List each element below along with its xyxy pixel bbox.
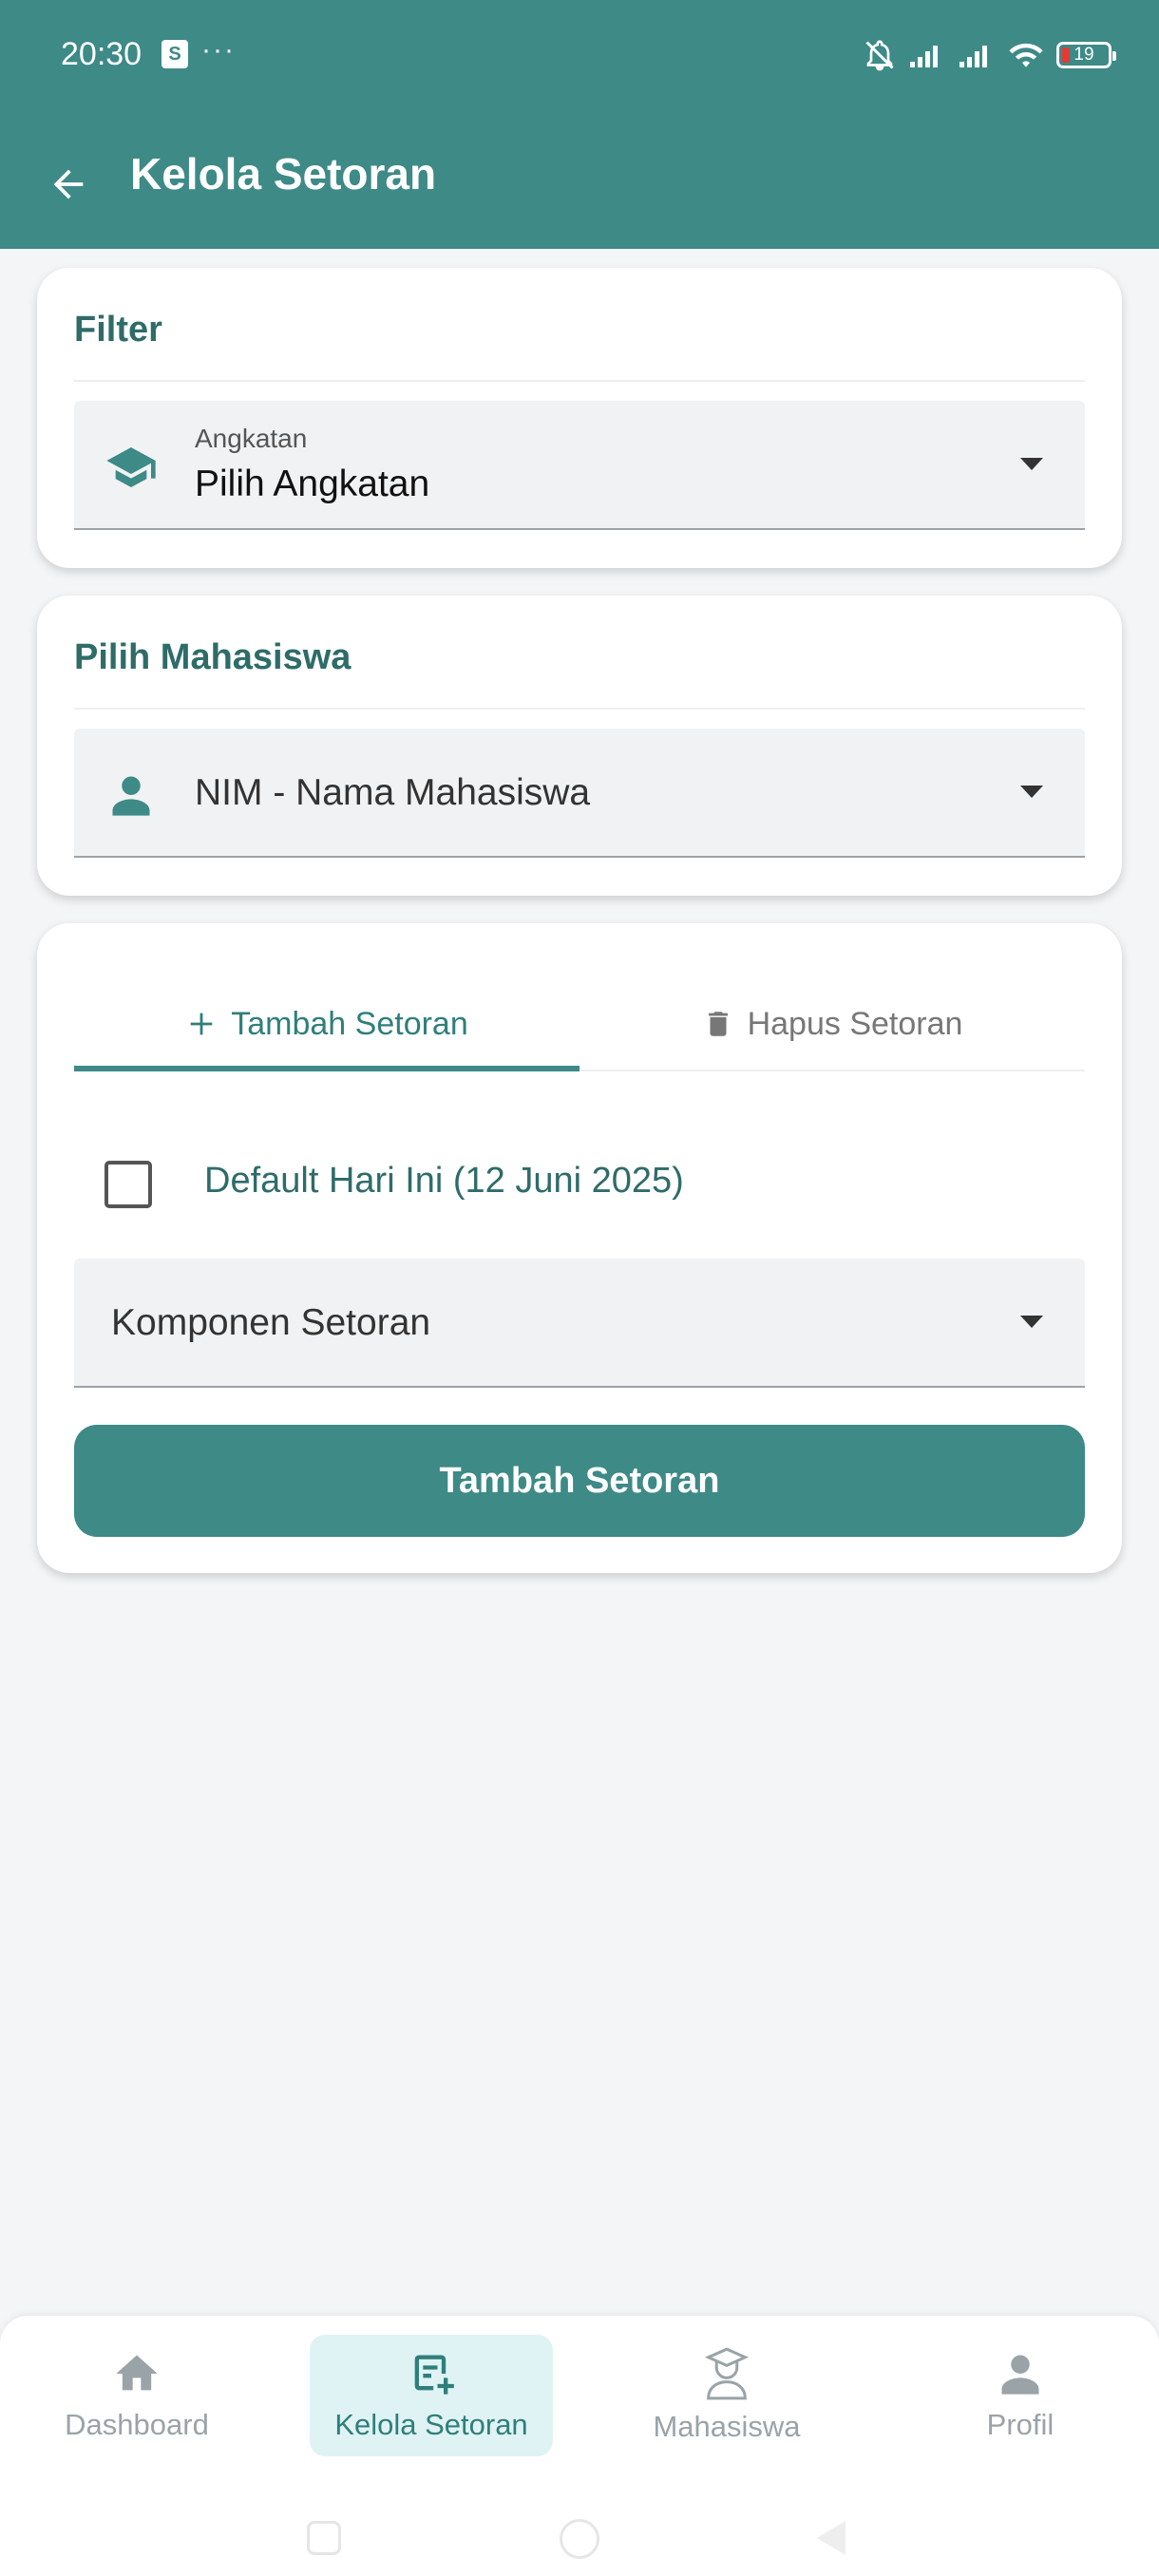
nav-label: Profil: [986, 2408, 1054, 2441]
komponen-select[interactable]: Komponen Setoran: [74, 1259, 1085, 1388]
komponen-value: Komponen Setoran: [111, 1302, 431, 1343]
tab-hapus-setoran[interactable]: Hapus Setoran: [580, 980, 1085, 1068]
nav-label: Mahasiswa: [653, 2410, 801, 2443]
system-nav-bar: [0, 2477, 1159, 2576]
shopping-bag-icon: S: [162, 40, 188, 68]
divider: [74, 708, 1085, 710]
app-bar: Kelola Setoran: [0, 112, 1159, 249]
default-date-label[interactable]: Default Hari Ini (12 Juni 2025): [204, 1161, 684, 1202]
person-icon: [1001, 2355, 1039, 2395]
nav-item-kelola-setoran[interactable]: Kelola Setoran: [310, 2335, 553, 2456]
setoran-tabs: Tambah Setoran Hapus Setoran: [74, 923, 1085, 1071]
wifi-icon: [1009, 43, 1043, 67]
mahasiswa-value: NIM - Nama Mahasiswa: [195, 772, 591, 813]
tab-label: Tambah Setoran: [231, 1005, 468, 1042]
status-time: 20:30: [61, 36, 142, 72]
home-icon: [116, 2355, 158, 2391]
tambah-setoran-button[interactable]: Tambah Setoran: [74, 1425, 1085, 1537]
trash-icon: [708, 1012, 728, 1036]
mahasiswa-title: Pilih Mahasiswa: [74, 637, 352, 677]
filter-card: Filter Angkatan Pilih Angkatan: [37, 268, 1122, 568]
filter-title: Filter: [74, 310, 162, 350]
signal-icon: [960, 46, 987, 67]
nav-item-dashboard[interactable]: Dashboard: [15, 2335, 258, 2456]
default-date-checkbox[interactable]: [104, 1161, 152, 1208]
active-tab-indicator: [74, 1066, 580, 1071]
nav-label: Dashboard: [65, 2408, 209, 2441]
home-button[interactable]: [560, 2519, 599, 2559]
mahasiswa-card: Pilih Mahasiswa NIM - Nama Mahasiswa: [37, 596, 1122, 896]
divider: [74, 380, 1085, 382]
angkatan-label: Angkatan: [195, 424, 308, 453]
system-back-button[interactable]: [817, 2521, 846, 2555]
page-title: Kelola Setoran: [130, 149, 437, 199]
nav-item-profil[interactable]: Profil: [899, 2335, 1142, 2456]
student-icon: [704, 2347, 750, 2400]
nav-item-mahasiswa[interactable]: Mahasiswa: [605, 2335, 848, 2456]
recents-button[interactable]: [307, 2521, 341, 2555]
tab-label: Hapus Setoran: [747, 1005, 963, 1042]
signal-icon: [910, 46, 938, 67]
plus-icon: [190, 1013, 213, 1035]
arrow-left-icon: [53, 169, 84, 199]
caret-down-icon: [1020, 786, 1043, 798]
nav-label: Kelola Setoran: [334, 2408, 528, 2441]
angkatan-value: Pilih Angkatan: [195, 464, 430, 504]
status-bar: 20:30 S ··· 19: [0, 0, 1159, 112]
back-button[interactable]: [38, 154, 99, 215]
bell-off-icon: [865, 40, 894, 71]
note-add-icon: [414, 2355, 454, 2395]
status-icons: 19: [863, 34, 1116, 76]
battery-icon: 19: [1056, 42, 1116, 68]
tab-tambah-setoran[interactable]: Tambah Setoran: [74, 980, 580, 1068]
more-notifications-icon: ···: [201, 34, 236, 66]
angkatan-select[interactable]: Angkatan Pilih Angkatan: [74, 401, 1085, 530]
battery-level: 19: [1074, 45, 1094, 65]
graduation-cap-icon: [104, 441, 158, 494]
caret-down-icon: [1020, 1316, 1043, 1328]
person-icon: [104, 768, 158, 822]
caret-down-icon: [1020, 458, 1043, 470]
mahasiswa-select[interactable]: NIM - Nama Mahasiswa: [74, 729, 1085, 858]
